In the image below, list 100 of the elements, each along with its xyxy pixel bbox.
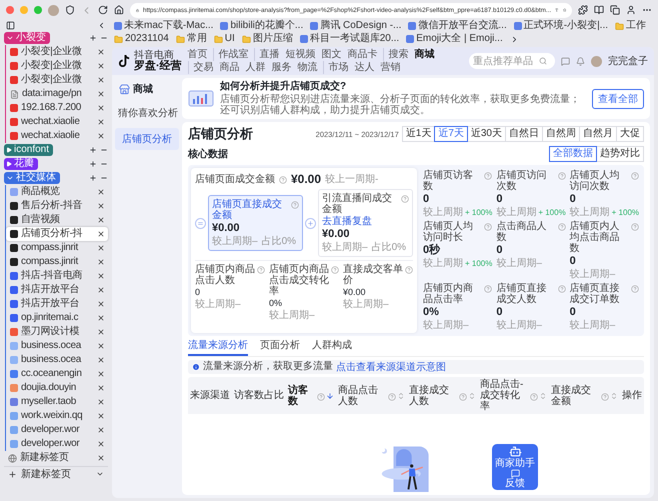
close-icon[interactable] [97, 230, 105, 238]
nav-link[interactable]: 直播 [260, 48, 280, 61]
bookmark[interactable]: Emoji大全 | Emoji... [406, 33, 503, 45]
bookmark[interactable]: 正式环境-小裂变|... [514, 20, 608, 32]
reader-icon[interactable] [555, 6, 559, 14]
nav-link[interactable]: 商品卡 [348, 48, 378, 61]
nav-link[interactable]: 服务 [272, 61, 292, 74]
close-icon[interactable] [97, 300, 105, 308]
close-icon[interactable] [97, 48, 105, 56]
range-button[interactable]: 自然周 [542, 126, 580, 142]
search-icon[interactable] [539, 57, 547, 65]
close-icon[interactable] [97, 90, 105, 98]
browser-tab[interactable]: 抖店-抖音电商 [6, 269, 108, 283]
browser-tab[interactable]: myseller.taob [6, 395, 108, 409]
bell-icon[interactable] [576, 56, 585, 66]
close-icon[interactable] [97, 76, 105, 84]
nav-link[interactable]: 作战室 [218, 48, 249, 61]
close-icon[interactable] [97, 62, 105, 70]
replay-link[interactable]: 去直播复盘 [322, 216, 372, 227]
browser-tab[interactable]: wechat.xiaolie [6, 129, 108, 143]
close-icon[interactable] [97, 118, 105, 126]
browser-tab[interactable]: 新建标签页 [4, 451, 108, 465]
browser-tab[interactable]: 抖店开放平台 [6, 283, 108, 297]
view-button[interactable]: 全部数据 [549, 146, 597, 162]
close-icon[interactable] [97, 454, 105, 462]
menu-item[interactable]: 店铺页分析 [115, 128, 179, 150]
tab-group-label[interactable]: 社交媒体 [4, 172, 60, 184]
browser-tab[interactable]: 抖店开放平台 [6, 297, 108, 311]
sidebar-icon[interactable] [6, 21, 15, 30]
range-button[interactable]: 近30天 [466, 126, 506, 142]
close-icon[interactable] [97, 216, 105, 224]
add-icon[interactable] [89, 146, 97, 154]
new-tab-button[interactable]: 新建标签页 [4, 466, 108, 481]
browser-tab[interactable]: 墨刀网设计模 [6, 325, 108, 339]
bookmark[interactable]: bilibili的花瓣个... [220, 20, 304, 32]
close-icon[interactable] [97, 104, 105, 112]
tab-group-label[interactable]: 小裂变 [4, 32, 50, 44]
bookmark[interactable]: 工作 [615, 20, 646, 32]
range-button[interactable]: 自然月 [579, 126, 617, 142]
nav-link[interactable]: 人群 [246, 61, 266, 74]
close-icon[interactable] [97, 286, 105, 294]
browser-tab[interactable]: work.weixin.qq [6, 409, 108, 423]
extensions-icon[interactable] [578, 5, 588, 15]
close-icon[interactable] [97, 342, 105, 350]
diagram-link[interactable]: 点击查看来源渠道示意图 [336, 362, 446, 372]
tab-group-label[interactable]: iconfont [4, 144, 54, 156]
nav-link[interactable]: 营销 [380, 61, 401, 74]
range-button[interactable]: 近1天 [402, 126, 436, 142]
sort-icon[interactable] [326, 392, 334, 400]
browser-tab[interactable]: 自营视频 [6, 213, 108, 227]
nav-link[interactable]: 物流 [298, 61, 318, 74]
browser-tab[interactable]: compass.jinrit [6, 241, 108, 255]
browser-tab[interactable]: cc.oceanengin [6, 367, 108, 381]
nav-link[interactable]: 市场 [328, 61, 349, 74]
metric-card[interactable]: 引流直播间成交金额 去直播复盘 ¥0.00 较上周期– 占比0% [318, 189, 413, 257]
close-icon[interactable] [97, 426, 105, 434]
browser-tab[interactable]: developer.wor [6, 437, 108, 451]
profile-icon[interactable] [626, 5, 636, 15]
reload-icon[interactable] [98, 5, 108, 15]
close-icon[interactable] [97, 188, 105, 196]
close-icon[interactable] [97, 272, 105, 280]
add-icon[interactable] [89, 34, 97, 42]
collapse-icon[interactable] [97, 21, 106, 30]
search-field[interactable]: 重点推荐单品 [469, 53, 555, 69]
view-button[interactable]: 趋势对比 [596, 146, 644, 162]
browser-tab[interactable]: doujia.douyin [6, 381, 108, 395]
browser-tab[interactable]: business.ocea [6, 339, 108, 353]
bookmark[interactable]: 未来mac下载-Mac... [114, 20, 214, 32]
browser-tab[interactable]: business.ocea [6, 353, 108, 367]
close-icon[interactable] [97, 202, 105, 210]
shield-icon[interactable] [65, 5, 75, 15]
browser-tab[interactable]: 商品概览 [6, 185, 108, 199]
bookmark[interactable]: 微信开放平台交流... [408, 20, 507, 32]
close-icon[interactable] [97, 328, 105, 336]
tab[interactable]: 流量来源分析 [188, 339, 248, 356]
tab-group-label[interactable]: 花瓣 [4, 158, 38, 170]
close-icon[interactable] [97, 384, 105, 392]
close-icon[interactable] [97, 132, 105, 140]
browser-tab[interactable]: 小裂变|企业微 [6, 59, 108, 73]
message-icon[interactable] [561, 56, 570, 66]
add-icon[interactable] [89, 174, 97, 182]
browser-tab[interactable]: wechat.xiaolie [6, 115, 108, 129]
metric-card[interactable]: 店铺页直接成交金额 ¥0.00 较上周期– 占比0% [208, 195, 303, 251]
nav-link[interactable]: 交易 [194, 61, 214, 74]
bookmark[interactable]: 常用 [176, 33, 207, 45]
browser-tab[interactable]: compass.jinrit [6, 255, 108, 269]
bookmark[interactable]: 图片压缩 [242, 33, 293, 45]
view-all-button[interactable]: 查看全部 [592, 88, 644, 108]
nav-link[interactable]: 达人 [354, 61, 375, 74]
assistant-button[interactable]: 商家助手 反馈 [492, 444, 538, 490]
collections-icon[interactable] [610, 5, 620, 15]
close-icon[interactable] [97, 398, 105, 406]
browser-tab[interactable]: 192.168.7.200 [6, 101, 108, 115]
nav-link[interactable]: 搜索 [388, 48, 409, 61]
book-icon[interactable] [594, 5, 604, 15]
menu-item[interactable]: 猜你喜欢分析 [115, 102, 179, 124]
close-icon[interactable] [97, 314, 105, 322]
tab[interactable]: 页面分析 [260, 339, 300, 356]
range-button[interactable]: 自然日 [505, 126, 543, 142]
favorite-icon[interactable] [562, 6, 566, 14]
